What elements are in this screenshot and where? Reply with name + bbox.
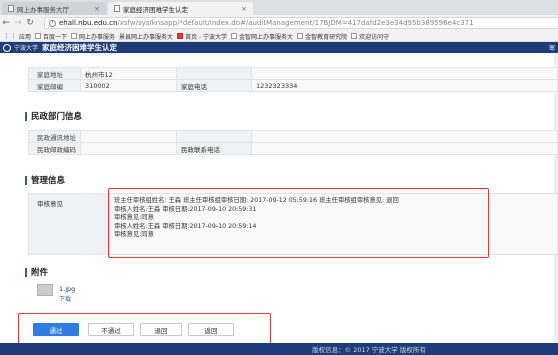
app-header: 宁波大学 家庭经济困难学生认定 审 (0, 42, 558, 53)
copyright-text: 版权信息：© 2017 宁波大学 版权所有 (312, 346, 426, 354)
browser-tab-current[interactable]: 家庭经济困难学生认定 × (108, 2, 253, 15)
field-value: 杭州市12 (80, 67, 177, 80)
file-image-icon[interactable] (37, 284, 53, 296)
bookmark-nbu-home[interactable]: 首页 - 宁波大学 (177, 32, 227, 41)
tab-label: 家庭经济困难学生认定 (123, 5, 188, 14)
page-icon (231, 33, 238, 39)
info-icon[interactable]: i (49, 19, 56, 27)
bookmark-label: 金智教育研究院 (305, 33, 348, 41)
field-label (176, 130, 252, 143)
tab-label: 网上办事服务大厅 (17, 5, 69, 14)
bookmark-label: 应用 (19, 33, 32, 41)
section-marker (25, 111, 27, 121)
field-value (251, 142, 558, 155)
bookmark-label: 网上办事服务 (79, 33, 116, 41)
bookmark-wisedu-hall[interactable]: 金智网上办事服务大 (231, 32, 293, 41)
bookmark-label: 景县网上办事服务大 (119, 33, 174, 41)
address-bar-row: ← → ↻ i ehall.nbu.edu.cn /xsfw/sys/knsap… (0, 15, 558, 31)
bookmark-jingxian[interactable]: 景县网上办事服务大 (119, 32, 173, 41)
bookmark-label: 首页 - 宁波大学 (185, 33, 228, 41)
section-title-civil: 民政部门信息 (25, 110, 82, 122)
page-icon (114, 5, 120, 12)
table-row: 民政通讯地址 (28, 130, 558, 143)
field-value: 310002 (80, 79, 177, 92)
file-name: 1.jpg (59, 285, 76, 293)
url-path: /xsfw/sys/knsapp/*default/index.do#/audi… (117, 19, 474, 27)
bookmark-welcome[interactable]: 欢迎访问守 (351, 32, 389, 41)
section-title-text: 附件 (31, 268, 49, 278)
school-logo-icon (3, 43, 11, 52)
family-info-table: 家庭地址 杭州市12 家庭邮编 310002 家庭电话 1232323334 (28, 67, 558, 92)
review-highlight-box (108, 188, 489, 258)
bookmark-wisedu-institute[interactable]: 金智教育研究院 (297, 32, 347, 41)
url-host: ehall.nbu.edu.cn (59, 19, 118, 27)
bookmark-service[interactable]: 网上办事服务 (71, 32, 115, 41)
bookmark-label: 欢迎访问守 (359, 33, 390, 41)
section-title-manage: 管理信息 (25, 174, 65, 186)
field-label: 民政联系电话 (176, 142, 252, 155)
field-value (80, 142, 177, 155)
field-value: 1232323334 (251, 79, 558, 92)
close-icon[interactable]: × (241, 5, 247, 13)
section-marker (25, 267, 27, 277)
field-label: 民政邮政编码 (28, 142, 81, 155)
field-label: 家庭电话 (176, 79, 252, 92)
field-label: 民政通讯地址 (28, 130, 81, 143)
field-value (251, 130, 558, 143)
header-right-text[interactable]: 审 (549, 43, 555, 52)
bookmark-label: 金智网上办事服务大 (239, 33, 294, 41)
reload-icon[interactable]: ↻ (24, 15, 36, 31)
section-title-attach: 附件 (25, 266, 48, 278)
section-title-text: 管理信息 (31, 176, 66, 186)
actions-highlight-box (18, 313, 271, 346)
civil-info-table: 民政通讯地址 民政邮政编码 民政联系电话 (28, 130, 558, 155)
school-name: 宁波大学 (14, 45, 39, 52)
browser-tab-bar: 网上办事服务大厅 × 家庭经济困难学生认定 × (0, 0, 558, 15)
page-footer: 版权信息：© 2017 宁波大学 版权所有 (0, 343, 558, 355)
bookmark-apps[interactable]: ⋮⋮ 应用 (3, 32, 31, 41)
section-title-text: 民政部门信息 (31, 112, 83, 122)
close-icon[interactable]: × (94, 5, 100, 13)
browser-tab-service-hall[interactable]: 网上办事服务大厅 × (2, 2, 106, 15)
bookmark-baidu[interactable]: 百度一下 (35, 32, 67, 41)
bookmark-label: 百度一下 (43, 33, 68, 41)
back-arrow-icon[interactable]: ← (0, 15, 12, 31)
table-row: 民政邮政编码 民政联系电话 (28, 142, 558, 155)
forward-arrow-icon[interactable]: → (12, 15, 24, 31)
field-label: 家庭地址 (28, 67, 81, 80)
nbu-logo-icon (177, 33, 184, 39)
app-title: 家庭经济困难学生认定 (42, 43, 118, 52)
section-marker (25, 175, 27, 185)
field-value (80, 130, 177, 143)
bookmarks-bar: ⋮⋮ 应用 百度一下 网上办事服务 景县网上办事服务大 首页 - 宁波大学 金智网… (0, 31, 558, 42)
page-icon (71, 33, 78, 39)
download-link[interactable]: 下载 (59, 294, 71, 303)
review-label: 审核意见 (28, 193, 109, 255)
url-field[interactable]: i ehall.nbu.edu.cn /xsfw/sys/knsapp/*def… (44, 17, 558, 29)
page-icon (8, 5, 14, 12)
field-value (251, 67, 558, 80)
table-row: 家庭地址 杭州市12 (28, 67, 558, 80)
apps-grid-icon: ⋮⋮ (3, 32, 17, 40)
field-label (176, 67, 252, 80)
field-label: 家庭邮编 (28, 79, 81, 92)
page-icon (297, 33, 304, 39)
paw-icon (35, 33, 42, 39)
table-row: 家庭邮编 310002 家庭电话 1232323334 (28, 79, 558, 92)
page-icon (351, 33, 358, 39)
